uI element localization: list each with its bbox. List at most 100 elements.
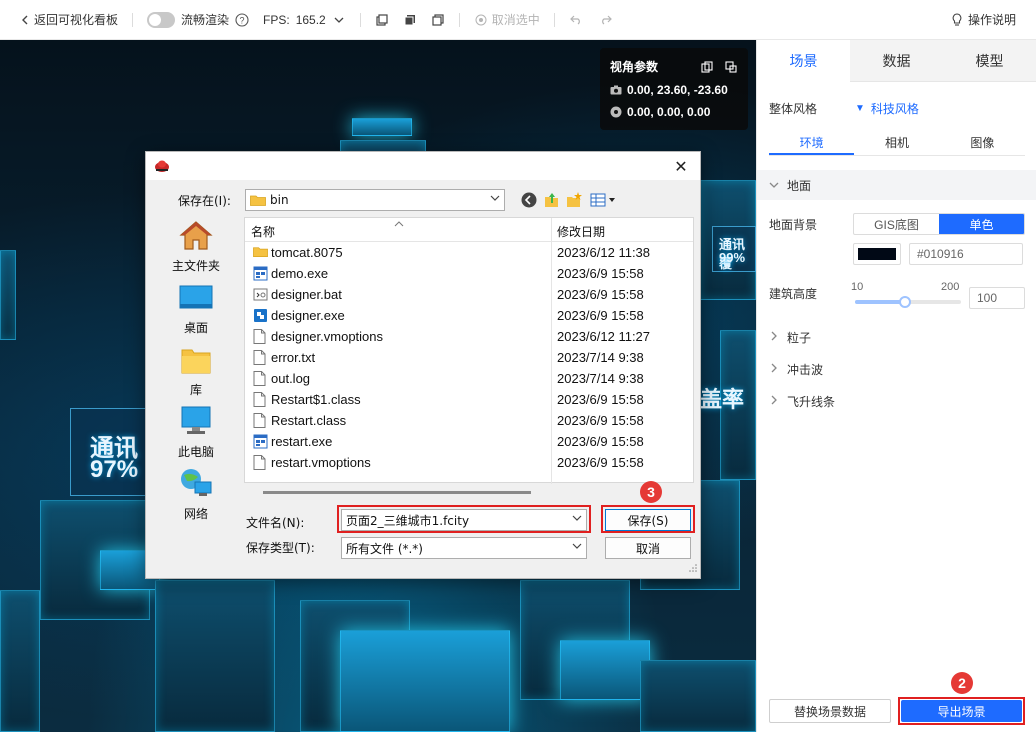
tab-data[interactable]: 数据 bbox=[850, 40, 943, 82]
column-name[interactable]: 名称 bbox=[251, 223, 275, 240]
ground-color-input[interactable]: #010916 bbox=[909, 243, 1023, 265]
overall-style-label: 整体风格 bbox=[769, 102, 818, 116]
building-height-slider[interactable] bbox=[855, 296, 961, 308]
new-folder-icon[interactable] bbox=[566, 192, 582, 211]
view-menu-icon[interactable] bbox=[590, 192, 618, 211]
tab-scene[interactable]: 场景 bbox=[757, 40, 850, 82]
app-icon bbox=[253, 308, 268, 323]
file-row[interactable]: tomcat.8075 2023/6/12 11:38 bbox=[245, 242, 693, 263]
replace-scene-data-button[interactable]: 替换场景数据 bbox=[769, 699, 891, 723]
close-icon[interactable]: ✕ bbox=[670, 156, 692, 176]
save-in-dropdown[interactable]: bin bbox=[245, 189, 505, 211]
building bbox=[340, 630, 510, 732]
copy-icon[interactable] bbox=[700, 60, 714, 74]
file-row[interactable]: out.log 2023/7/14 9:38 bbox=[245, 368, 693, 389]
smooth-render-toggle[interactable]: 流畅渲染 ? bbox=[147, 11, 249, 28]
back-label: 返回可视化看板 bbox=[34, 13, 119, 27]
ground-bg-label: 地面背景 bbox=[769, 217, 818, 232]
send-backward-icon[interactable] bbox=[431, 13, 445, 27]
ground-bg-option-gis[interactable]: GIS底图 bbox=[854, 214, 939, 234]
chevron-down-icon bbox=[332, 13, 346, 27]
slider-min-label: 10 bbox=[851, 281, 864, 293]
top-toolbar: 返回可视化看板 流畅渲染 ? FPS: 165.2 取消选中 操作说明 bbox=[0, 0, 1036, 40]
save-file-dialog: ✕ 保存在(I): bin 主文件夹 桌面 库 此电脑 网络 名称 修改日期 t… bbox=[145, 151, 701, 579]
file-name: restart.vmoptions bbox=[271, 455, 371, 470]
target-position-icon bbox=[610, 106, 622, 118]
file-date: 2023/6/12 11:27 bbox=[557, 329, 651, 344]
step-badge: 3 bbox=[640, 481, 662, 503]
file-row[interactable]: restart.exe 2023/6/9 15:58 bbox=[245, 431, 693, 452]
save-button[interactable]: 保存(S) bbox=[605, 509, 691, 531]
file-row[interactable]: designer.exe 2023/6/9 15:58 bbox=[245, 305, 693, 326]
file-list[interactable]: 名称 修改日期 tomcat.8075 2023/6/12 11:38 demo.e… bbox=[244, 217, 694, 494]
file-name: designer.bat bbox=[271, 287, 342, 302]
deselect-button[interactable]: 取消选中 bbox=[474, 11, 540, 28]
help-circle-icon[interactable]: ? bbox=[235, 12, 249, 27]
filename-input[interactable]: 页面2_三维城市1.fcity bbox=[341, 509, 587, 531]
camera-icon bbox=[610, 84, 622, 96]
file-date: 2023/6/9 15:58 bbox=[557, 434, 644, 449]
place-this-pc[interactable]: 此电脑 bbox=[150, 404, 242, 460]
file-row[interactable]: Restart$1.class 2023/6/9 15:58 bbox=[245, 389, 693, 410]
desktop-icon bbox=[179, 284, 213, 315]
place-home-label: 主文件夹 bbox=[171, 259, 220, 273]
color-swatch-picker[interactable] bbox=[853, 243, 901, 265]
paste-icon[interactable] bbox=[724, 60, 738, 74]
up-folder-icon[interactable] bbox=[544, 192, 560, 211]
filetype-dropdown[interactable]: 所有文件 (*.*) bbox=[341, 537, 587, 559]
toolbar-divider bbox=[458, 12, 460, 27]
column-date[interactable]: 修改日期 bbox=[557, 223, 605, 240]
ground-bg-option-solid[interactable]: 单色 bbox=[939, 214, 1024, 234]
section-particles[interactable]: 粒子 bbox=[757, 322, 1036, 352]
resize-grip-icon[interactable] bbox=[689, 561, 697, 575]
deselect-label: 取消选中 bbox=[491, 13, 540, 27]
slider-handle[interactable] bbox=[899, 296, 911, 308]
camera-position: 0.00, 23.60, -23.60 bbox=[627, 83, 728, 97]
file-row[interactable]: demo.exe 2023/6/9 15:58 bbox=[245, 263, 693, 284]
section-shockwave-label: 冲击波 bbox=[787, 362, 824, 377]
building bbox=[155, 580, 275, 732]
file-row[interactable]: designer.bat 2023/6/9 15:58 bbox=[245, 284, 693, 305]
ground-bg-segmented: GIS底图 单色 bbox=[853, 213, 1025, 235]
file-icon bbox=[253, 413, 268, 428]
svg-text:?: ? bbox=[240, 15, 245, 25]
tab-model[interactable]: 模型 bbox=[943, 40, 1036, 82]
subtab-environment[interactable]: 环境 bbox=[769, 132, 855, 155]
back-arrow-icon[interactable] bbox=[521, 192, 537, 211]
toggle-switch[interactable] bbox=[147, 11, 176, 28]
file-row[interactable]: restart.vmoptions 2023/6/9 15:58 bbox=[245, 452, 693, 473]
section-shockwave[interactable]: 冲击波 bbox=[757, 354, 1036, 384]
building bbox=[640, 660, 756, 732]
bring-to-front-icon[interactable] bbox=[403, 13, 417, 27]
place-network[interactable]: 网络 bbox=[150, 466, 242, 522]
file-row[interactable]: designer.vmoptions 2023/6/12 11:27 bbox=[245, 326, 693, 347]
section-ground[interactable]: 地面 bbox=[757, 170, 1036, 200]
file-name: tomcat.8075 bbox=[271, 245, 343, 260]
place-home[interactable]: 主文件夹 bbox=[150, 218, 242, 274]
file-icon bbox=[253, 455, 268, 470]
subtab-image[interactable]: 图像 bbox=[940, 132, 1025, 155]
file-row[interactable]: Restart.class 2023/6/9 15:58 bbox=[245, 410, 693, 431]
file-icon bbox=[253, 329, 268, 344]
place-library[interactable]: 库 bbox=[150, 342, 242, 398]
file-row[interactable]: error.txt 2023/7/14 9:38 bbox=[245, 347, 693, 368]
section-flyline[interactable]: 飞升线条 bbox=[757, 386, 1036, 416]
overall-style-dropdown[interactable]: ▼ 科技风格 bbox=[855, 100, 919, 117]
undo-icon[interactable] bbox=[569, 13, 583, 27]
chevron-left-icon bbox=[20, 13, 30, 27]
bring-forward-icon[interactable] bbox=[375, 13, 389, 27]
building-height-input[interactable]: 100 bbox=[969, 287, 1025, 309]
file-date: 2023/6/9 15:58 bbox=[557, 455, 644, 470]
filetype-value: 所有文件 (*.*) bbox=[346, 541, 423, 556]
redo-icon[interactable] bbox=[599, 13, 613, 27]
building bbox=[352, 118, 412, 136]
help-button[interactable]: 操作说明 bbox=[950, 11, 1016, 28]
export-scene-button[interactable]: 导出场景 bbox=[901, 700, 1022, 722]
cancel-button[interactable]: 取消 bbox=[605, 537, 691, 559]
horizontal-scrollbar[interactable] bbox=[263, 491, 531, 494]
place-desktop[interactable]: 桌面 bbox=[150, 280, 242, 336]
library-folder-icon bbox=[181, 346, 211, 377]
fps-selector[interactable]: FPS: 165.2 bbox=[263, 13, 346, 27]
back-button[interactable]: 返回可视化看板 bbox=[20, 11, 118, 28]
subtab-camera[interactable]: 相机 bbox=[854, 132, 939, 155]
